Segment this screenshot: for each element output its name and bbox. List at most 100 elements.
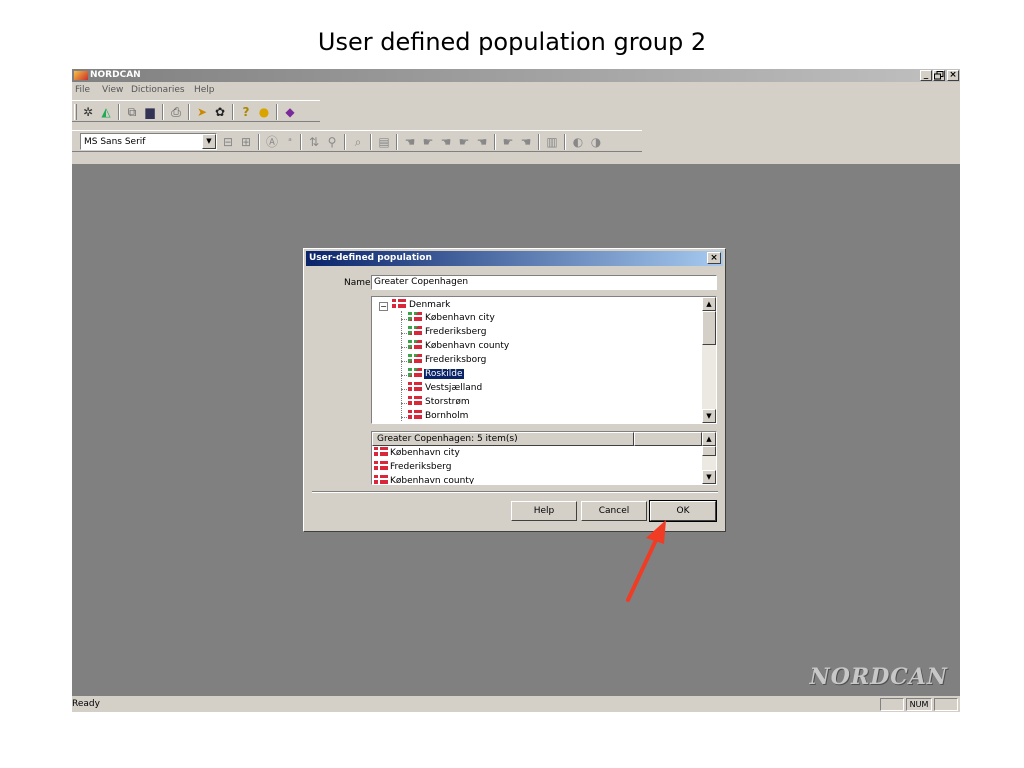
format-toolbar: MS Sans Serif ▼ ⊟ ⊞ Ⓐ ᵃ ⇅ ⚲ ⌕ ▤ ☚ ☛ ☚ ☛ … (72, 130, 642, 152)
list-item[interactable]: København city (374, 447, 460, 460)
palette-icon[interactable]: ◑ (588, 134, 604, 150)
toolbar-separator (564, 134, 566, 150)
menu-help[interactable]: Help (194, 85, 215, 95)
scroll-down-icon[interactable]: ▼ (702, 409, 716, 423)
scroll-thumb[interactable] (702, 311, 716, 345)
menu-bar: File View Dictionaries Help (72, 83, 960, 97)
annotation-arrow-icon (626, 520, 666, 602)
tree-item-label: Denmark (409, 300, 451, 310)
region-flag-icon (408, 312, 422, 321)
list-header[interactable]: Greater Copenhagen: 5 item(s) (372, 432, 634, 446)
dialog-titlebar[interactable]: User-defined population × (306, 251, 723, 266)
dialog-close-button[interactable]: × (707, 252, 721, 264)
save-icon[interactable]: ▆ (142, 104, 158, 120)
collapse-icon[interactable]: − (379, 302, 388, 311)
columns-icon[interactable]: ▥ (544, 134, 560, 150)
hand-icon[interactable]: ☚ (402, 134, 418, 150)
help-button[interactable]: Help (511, 501, 577, 521)
region-flag-icon (408, 354, 422, 363)
tree-item[interactable]: Storstrøm (408, 396, 471, 409)
grid-icon[interactable]: ▤ (376, 134, 392, 150)
hand-icon[interactable]: ☛ (500, 134, 516, 150)
wizard-icon[interactable]: ✲ (80, 104, 96, 120)
chevron-down-icon[interactable]: ▼ (202, 134, 216, 149)
help-icon[interactable]: ? (238, 104, 254, 120)
toolbar-grip[interactable] (74, 104, 77, 120)
app-title: NORDCAN (90, 70, 141, 80)
lightbulb-icon[interactable]: ● (256, 104, 272, 120)
toolbar-separator (276, 104, 278, 120)
menu-file[interactable]: File (75, 85, 90, 95)
hand-icon[interactable]: ☛ (456, 134, 472, 150)
sort-icon[interactable]: ⇅ (306, 134, 322, 150)
toolbar-separator (188, 104, 190, 120)
main-toolbar: ✲ ◭ ⧉ ▆ ⎙ ➤ ✿ ? ● ◆ (72, 100, 320, 122)
status-num: NUM (906, 698, 932, 711)
list-item[interactable]: København county (374, 475, 475, 485)
font-increase-icon[interactable]: Ⓐ (264, 134, 280, 150)
tree-connector (401, 311, 402, 421)
list-header-column[interactable] (634, 432, 702, 446)
tree-item[interactable]: Vestsjælland (408, 382, 483, 395)
copy-icon[interactable]: ⧉ (124, 104, 140, 120)
app-titlebar[interactable]: NORDCAN _ × (72, 69, 960, 82)
toolbar-separator (162, 104, 164, 120)
palette-icon[interactable]: ◐ (570, 134, 586, 150)
region-flag-icon (408, 396, 422, 405)
status-bar: Ready NUM (72, 697, 960, 712)
font-select-value: MS Sans Serif (84, 137, 146, 147)
list-item-label: Frederiksberg (390, 462, 452, 472)
region-flag-icon (408, 340, 422, 349)
name-input[interactable]: Greater Copenhagen (371, 275, 717, 290)
print-icon[interactable]: ⎙ (168, 104, 184, 120)
toolbar-separator (538, 134, 540, 150)
tree-item-label: København city (425, 313, 495, 323)
hand-icon[interactable]: ☚ (474, 134, 490, 150)
list-scrollbar[interactable]: ▲ ▼ (702, 432, 716, 484)
hand-icon[interactable]: ☛ (420, 134, 436, 150)
zoom-icon[interactable]: ⌕ (350, 134, 366, 150)
book-icon[interactable]: ◆ (282, 104, 298, 120)
tree-item[interactable]: København county (408, 340, 510, 353)
status-panel (880, 698, 904, 711)
name-label: Name (344, 278, 371, 288)
maximize-button[interactable] (933, 70, 945, 81)
tree-scrollbar[interactable]: ▲ ▼ (702, 297, 716, 423)
cancel-button[interactable]: Cancel (581, 501, 647, 521)
slide-title: User defined population group 2 (317, 28, 707, 56)
tree-item[interactable]: Frederiksberg (408, 326, 487, 339)
tree-item-selected[interactable]: Roskilde (408, 368, 465, 381)
hand-icon[interactable]: ☚ (438, 134, 454, 150)
tree-item-label: Storstrøm (425, 397, 470, 407)
selected-items-list[interactable]: Greater Copenhagen: 5 item(s) København … (371, 431, 717, 485)
denmark-flag-icon (392, 299, 406, 308)
tree-item[interactable]: Bornholm (408, 410, 469, 423)
region-flag-icon (374, 461, 388, 470)
chart-icon[interactable]: ◭ (98, 104, 114, 120)
tree-item-label: Frederiksberg (425, 327, 487, 337)
tree-item[interactable]: København city (408, 312, 496, 325)
format-icon[interactable]: ⊟ (220, 134, 236, 150)
list-item[interactable]: Frederiksberg (374, 461, 451, 474)
tree-item[interactable]: Frederiksborg (408, 354, 487, 367)
hand-icon[interactable]: ☚ (518, 134, 534, 150)
font-select[interactable]: MS Sans Serif ▼ (80, 133, 217, 150)
menu-view[interactable]: View (102, 85, 123, 95)
scroll-up-icon[interactable]: ▲ (702, 297, 716, 311)
nordcan-watermark: NORDCAN (809, 664, 948, 690)
pointer-icon[interactable]: ➤ (194, 104, 210, 120)
scroll-down-icon[interactable]: ▼ (702, 470, 716, 484)
minimize-button[interactable]: _ (920, 70, 932, 81)
table-icon[interactable]: ⊞ (238, 134, 254, 150)
filter-icon[interactable]: ⚲ (324, 134, 340, 150)
population-icon[interactable]: ✿ (212, 104, 228, 120)
font-decrease-icon[interactable]: ᵃ (282, 134, 298, 150)
ok-button[interactable]: OK (649, 500, 717, 522)
close-button[interactable]: × (947, 70, 959, 81)
region-tree[interactable]: − Denmark København city Frederiksberg K… (371, 296, 717, 424)
list-item-label: København county (390, 476, 475, 485)
scroll-thumb[interactable] (702, 446, 716, 456)
menu-dictionaries[interactable]: Dictionaries (131, 85, 185, 95)
region-flag-icon (374, 475, 388, 484)
scroll-up-icon[interactable]: ▲ (702, 432, 716, 446)
